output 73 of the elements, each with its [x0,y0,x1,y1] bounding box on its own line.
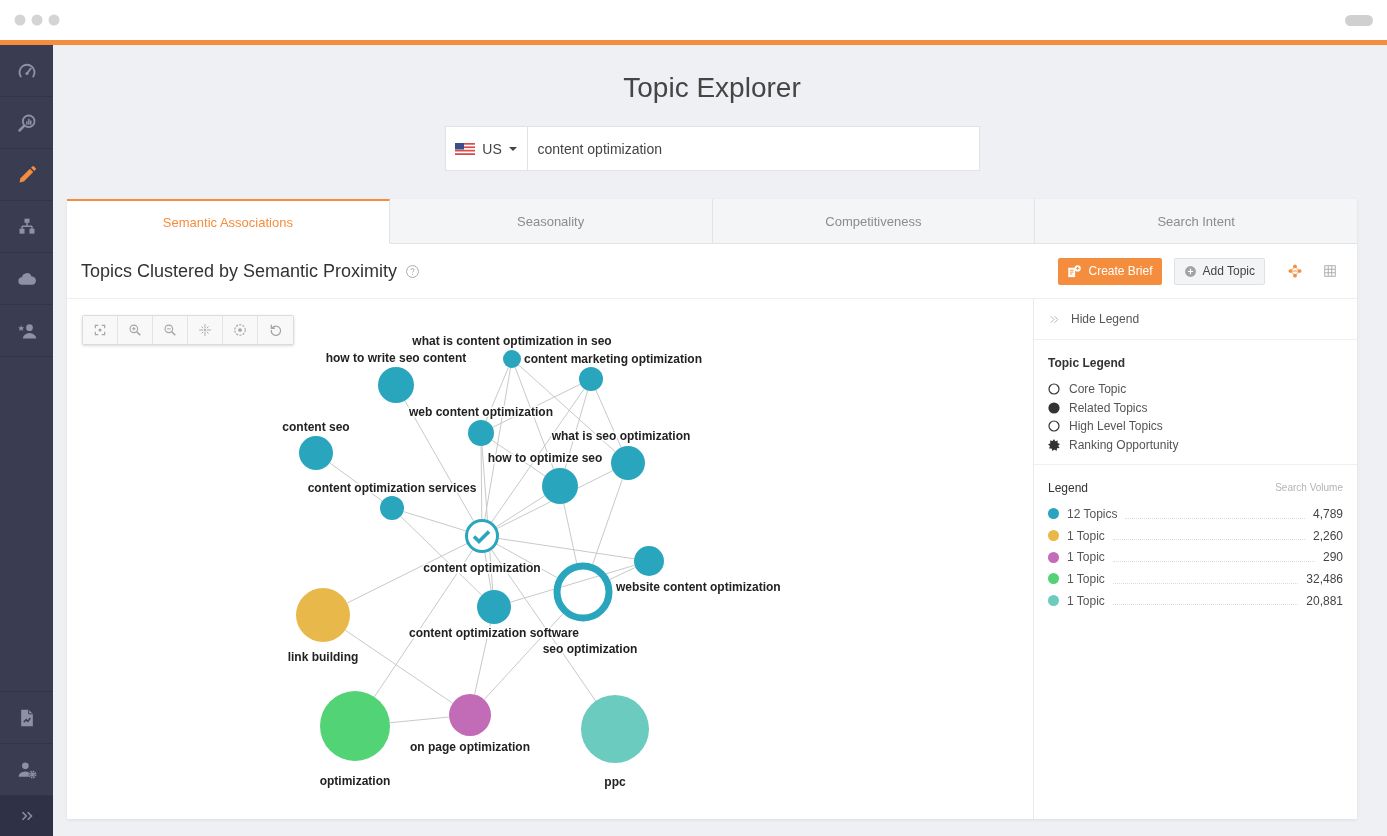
reset-button[interactable] [258,316,293,344]
search-volume: 32,486 [1306,571,1343,586]
graph-edge [389,716,450,724]
tab[interactable]: Search Intent [1035,199,1357,244]
node-label: seo optimization [542,642,638,656]
create-brief-button[interactable]: Create Brief [1058,257,1162,285]
node-label: link building [287,650,359,664]
legend-label: Related Topics [1069,400,1148,415]
node-label: what is seo optimization [551,429,691,443]
node-label: website content optimization [616,580,781,594]
node-label: optimization [319,774,391,788]
tab[interactable]: Competitiveness [712,199,1036,244]
page-title: Topic Explorer [623,71,801,105]
search-volume: 4,789 [1312,506,1343,521]
node-label: content optimization software [409,626,579,640]
center-view-button[interactable] [188,316,223,344]
search-volume: 290 [1322,550,1343,565]
zoom-in-button[interactable] [118,316,153,344]
legend-label: 12 Topics [1067,506,1118,521]
focus-button[interactable] [223,316,258,344]
node-label: ppc [604,775,626,789]
node-label: content seo [282,420,350,434]
legend-label: 1 Topic [1067,593,1105,608]
search-volume: 2,260 [1312,528,1343,543]
panel-title: Topics Clustered by Semantic Proximity [81,260,398,282]
zoom-in-icon [128,323,142,337]
window-dots-icon [14,14,60,26]
zoom-out-icon [163,323,177,337]
tab[interactable]: Seasonality [389,199,713,244]
zoom-out-button[interactable] [153,316,188,344]
country-dropdown[interactable]: US [444,126,528,171]
pencil-icon [16,164,37,185]
add-topic-button[interactable]: Add Topic [1173,257,1265,285]
node-label: how to optimize seo [487,451,603,465]
legend-label: 1 Topic [1067,528,1105,543]
legend-label: Core Topic [1069,382,1127,397]
hide-legend-button[interactable]: Hide Legend [1034,299,1357,340]
node-label: on page optimization [410,740,530,754]
node-label: how to write seo content [325,351,467,365]
check-icon [472,530,491,545]
network-icon [1287,263,1303,279]
node-label: content optimization [423,561,541,575]
search-chart-icon [16,112,37,133]
starburst-icon [1048,438,1060,451]
node-label: content marketing optimization [524,352,702,366]
flag-icon [455,142,476,155]
section-title: Topic Legend [1048,355,1126,371]
filled-circle-icon [1048,401,1060,414]
tab[interactable]: Semantic Associations [67,199,390,244]
caret-icon [508,146,517,151]
node-label: web content optimization [409,405,553,419]
reset-icon [268,323,283,337]
pill-icon [1345,14,1373,26]
grid-icon [1323,264,1337,278]
node-label: content optimization services [307,481,477,495]
legend-label: Ranking Opportunity [1069,437,1179,452]
circle-outline-icon [1048,383,1060,396]
search-field[interactable]: content optimization [527,126,980,171]
help-icon [405,263,421,279]
target-icon [233,323,247,337]
brief-icon [1067,263,1083,279]
node-label: what is content optimization in seo [412,334,612,348]
fit-view-button[interactable] [83,316,118,344]
search-volume: 20,881 [1306,593,1343,608]
circle-outline-icon [1048,420,1060,433]
legend-label: High Level Topics [1069,419,1163,434]
plus-circle-icon [1183,264,1197,278]
fit-screen-icon [93,323,107,337]
crosshair-icon [198,323,212,337]
legend-label: 1 Topic [1067,550,1105,565]
column-heading: Search Volume [1275,481,1343,495]
section-title: Legend [1048,480,1089,496]
legend-label: 1 Topic [1067,571,1105,586]
